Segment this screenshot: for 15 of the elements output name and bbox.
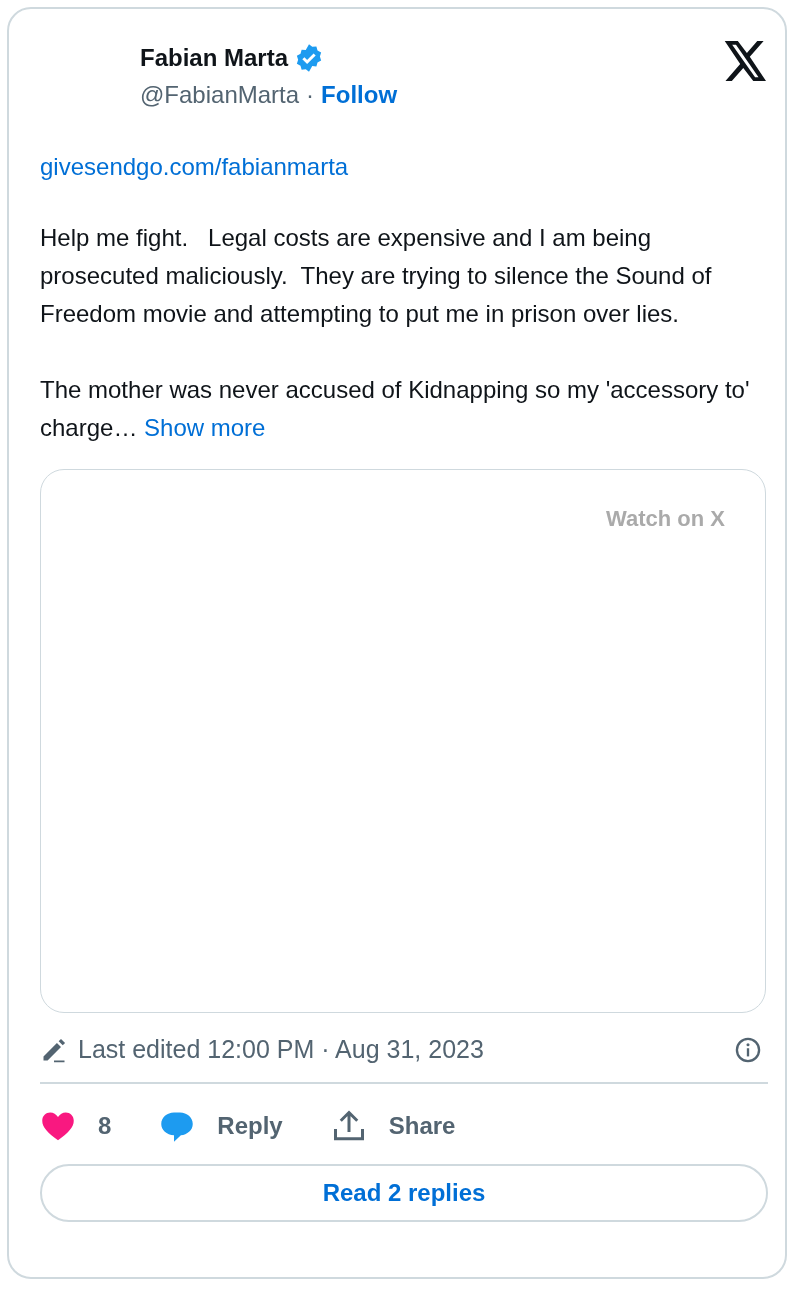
url-link[interactable]: givesendgo.com/fabianmarta — [40, 153, 349, 181]
post-text: The mother was never accused of Kidnapping so my 'accessory to' charge… Show more — [40, 375, 751, 443]
edited-timestamp[interactable]: Last edited 12:00 PM · Aug 31, 2023 — [78, 1035, 484, 1064]
separator-dot: · — [306, 81, 315, 109]
user-handle: @FabianMarta — [140, 81, 300, 109]
share-action[interactable]: Share — [330, 1108, 456, 1144]
x-logo-icon — [724, 41, 768, 81]
show-more-link[interactable]: Show more — [144, 414, 266, 441]
like-count[interactable]: 8 — [40, 1108, 112, 1144]
post-text: Help me fight. Legal costs are expensive and I am being prosecuted maliciously. They are trying to silence the Sound of Freedom movie and attempting to put me in prison over lies. — [40, 223, 713, 329]
follow-link[interactable]: Follow — [321, 81, 398, 109]
info-icon[interactable] — [734, 1035, 762, 1064]
reply-action[interactable]: Reply — [159, 1108, 283, 1144]
author-name[interactable]: Fabian Marta — [140, 44, 289, 72]
read-replies-button[interactable]: Read 2 replies — [40, 1164, 768, 1222]
